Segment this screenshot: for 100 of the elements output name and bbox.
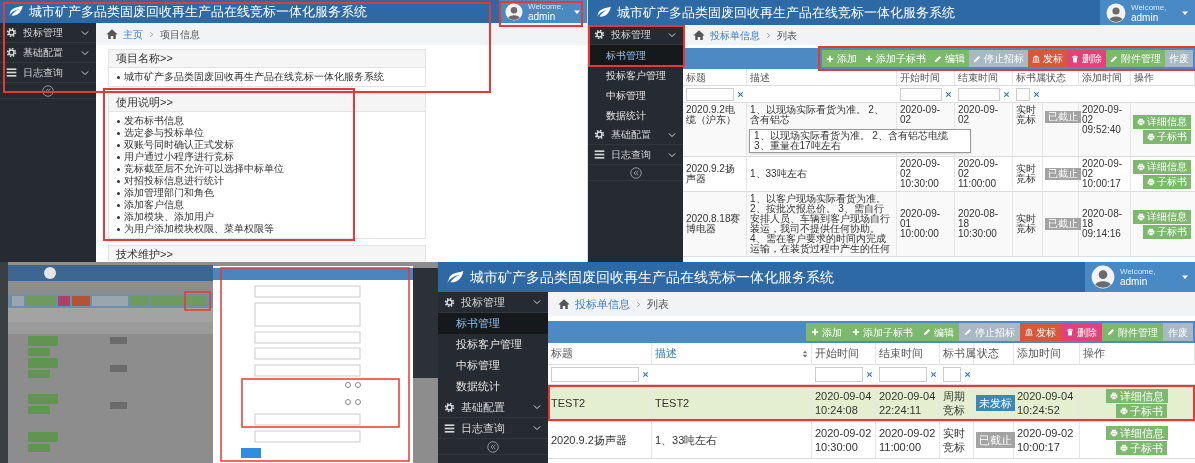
table-cell-text: 周期竞标 <box>943 389 966 417</box>
column-header[interactable]: 标书属 <box>1016 69 1046 85</box>
toolbar-button[interactable]: 发标 <box>1028 50 1067 67</box>
tooltip: 1、以现场实际看货为准。 2、含有铝芯电缆 3、重量在17吨左右 <box>749 129 971 153</box>
plus-icon <box>852 328 860 336</box>
breadcrumb-link[interactable]: 投标单信息 <box>710 27 760 43</box>
clear-icon[interactable] <box>1003 90 1010 98</box>
trash-icon <box>1066 328 1074 336</box>
table-cell-text: 1、以现场实际看货为准。 2、含有铝芯 <box>750 105 885 125</box>
submenu-item[interactable]: 标书管理 <box>438 313 548 334</box>
column-header[interactable]: 开始时间 <box>815 345 859 362</box>
user-menu[interactable]: Welcome, admin <box>1085 262 1195 292</box>
clear-icon[interactable] <box>964 371 971 378</box>
column-header[interactable]: 添加时间 <box>1082 69 1122 85</box>
table-cell-text: 实时竞标 <box>1016 164 1037 184</box>
clear-icon[interactable] <box>945 90 952 98</box>
filter-field[interactable] <box>815 367 863 382</box>
user-name: admin <box>1120 277 1149 287</box>
printer-icon <box>1120 406 1128 415</box>
filter-field[interactable] <box>686 87 734 101</box>
bullet-icon <box>117 155 120 159</box>
table-cell-text: 2020.9.2扬声器 <box>686 164 736 184</box>
column-header[interactable]: 添加时间 <box>1017 345 1061 362</box>
bullet-icon <box>117 131 120 135</box>
gear-icon <box>6 47 17 58</box>
collapse-icon[interactable] <box>487 440 499 453</box>
clear-icon[interactable] <box>1033 90 1040 98</box>
column-header[interactable]: 操作 <box>1134 69 1154 85</box>
clear-icon[interactable] <box>737 90 744 98</box>
home-icon <box>558 298 570 310</box>
panel-title: 使用说明>> <box>109 94 425 112</box>
app-title: 城市矿产多品类固废回收再生产品在线竞标一体化服务系统 <box>29 2 367 21</box>
table-cell: TEST2 <box>551 396 586 410</box>
bullet-icon <box>117 215 120 219</box>
table-cell: 1、33吨左右 <box>655 433 718 447</box>
column-header[interactable]: 状态 <box>977 345 999 362</box>
pencil-icon <box>964 328 972 336</box>
collapse-icon[interactable] <box>629 166 642 179</box>
column-header[interactable]: 标题 <box>686 69 706 85</box>
toolbar-button[interactable]: 删除 <box>1067 50 1106 67</box>
clear-icon[interactable] <box>866 371 873 378</box>
filter-field[interactable] <box>943 367 961 382</box>
home-icon <box>693 29 705 41</box>
filter-field[interactable] <box>879 367 927 382</box>
pencil-icon <box>973 54 981 63</box>
clear-icon[interactable] <box>642 371 649 378</box>
sidebar-item[interactable]: 基础配置 <box>438 397 548 418</box>
bullet-icon <box>117 191 120 195</box>
toolbar-button[interactable]: 发标 <box>1020 323 1061 341</box>
column-header[interactable]: 描述 <box>655 345 677 362</box>
clear-icon[interactable] <box>930 371 937 378</box>
list-item-text: 城市矿产多品类固废回收再生产品在线竞标一体化服务系统 <box>124 71 384 83</box>
panel-title: 项目名称>> <box>109 50 425 68</box>
filter-field[interactable] <box>551 367 639 382</box>
sidebar-item[interactable]: 日志查询 <box>438 418 548 439</box>
column-header[interactable]: 状态 <box>1046 69 1066 85</box>
bank-icon <box>1025 328 1033 336</box>
list-item-text: 选定参与投标单位 <box>124 127 204 139</box>
filter-field[interactable] <box>958 87 1000 101</box>
chevron-down-icon <box>532 402 542 412</box>
pencil-icon <box>1110 54 1118 63</box>
column-header[interactable]: 操作 <box>1083 345 1105 362</box>
column-header[interactable]: 结束时间 <box>879 345 923 362</box>
leaf-icon <box>445 269 465 285</box>
table-cell-text: 实时竞标 <box>943 426 966 454</box>
list-item-text: 发布标书信息 <box>124 115 184 127</box>
status-badge: 已截止 <box>976 432 1015 448</box>
breadcrumb-link[interactable]: 投标单信息 <box>575 295 630 313</box>
menu-icon <box>594 149 605 160</box>
status-badge: 已截止 <box>1045 168 1081 180</box>
column-header[interactable]: 结束时间 <box>958 69 998 85</box>
column-header[interactable]: 标题 <box>551 345 573 362</box>
submenu-item[interactable]: 标书管理 <box>588 45 683 65</box>
list-item-text: 竞标截至后不允许可以选择中标单位 <box>124 163 284 175</box>
list-item-text: 添加客户信息 <box>124 199 184 211</box>
table-cell-text: 2020-09-02 10:00:17 <box>1082 159 1124 189</box>
table-cell-text: 2020-08-18 09:14:16 <box>1082 209 1124 239</box>
sidebar-item[interactable]: 基础配置 <box>0 43 96 63</box>
collapse-icon[interactable] <box>42 84 54 97</box>
table-cell: 1、33吨左右 <box>750 169 807 179</box>
home-icon <box>106 28 118 40</box>
sidebar-item[interactable]: 日志查询 <box>0 63 96 83</box>
list-item-text: 添加管理部门和角色 <box>124 187 214 199</box>
sort-icon[interactable] <box>802 349 808 358</box>
user-menu[interactable]: Welcome, admin <box>1100 0 1195 25</box>
printer-icon <box>1137 212 1145 221</box>
table-cell-text: 2020-09-02 <box>900 105 942 125</box>
column-header[interactable]: 开始时间 <box>900 69 940 85</box>
gear-icon <box>444 401 455 413</box>
bullet-icon <box>117 167 120 171</box>
table-cell-text: 2020-08-18 10:30:00 <box>958 209 1000 239</box>
filter-field[interactable] <box>900 87 942 101</box>
app-title: 城市矿产多品类固废回收再生产品在线竞标一体化服务系统 <box>470 267 834 287</box>
breadcrumb-link[interactable]: 主页 <box>123 26 143 42</box>
filter-field[interactable] <box>1016 87 1030 101</box>
printer-icon <box>1137 162 1145 171</box>
list-item-text: 对招投标信息进行统计 <box>124 175 224 187</box>
column-header[interactable]: 标书属 <box>943 345 976 362</box>
toolbar-button[interactable]: 删除 <box>1061 323 1102 341</box>
column-header[interactable]: 描述 <box>750 69 770 85</box>
